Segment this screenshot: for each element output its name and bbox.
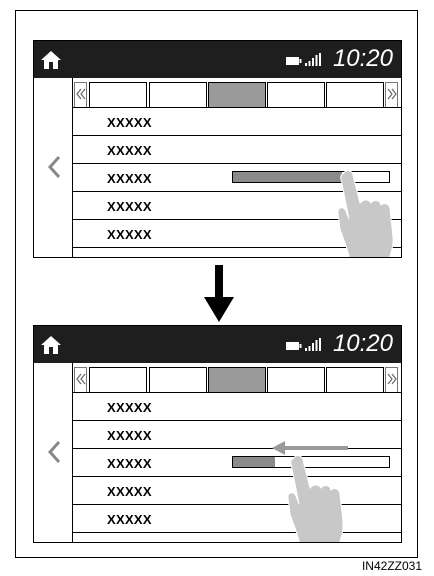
figure-caption: IN42ZZ031 [361,559,422,573]
list-item-label: XXXXX [107,115,152,130]
list-item-label: XXXXX [107,400,152,415]
list-item-label: XXXXX [107,456,152,471]
status-bar: 10:20 [34,326,401,363]
tab-2[interactable] [149,82,207,108]
list-item-label: XXXXX [107,199,152,214]
slider-fill [233,172,343,182]
clock-time: 10:20 [332,330,393,357]
double-chevron-right-icon[interactable] [385,367,398,393]
battery-icon [286,57,302,65]
hand-pointer-icon [337,170,394,257]
tab-3[interactable] [208,82,266,108]
arrow-down-icon [204,265,234,322]
clock-time: 10:20 [332,45,393,72]
arrow-left-icon [272,441,348,455]
list-item[interactable]: XXXXX [72,421,401,449]
hand-pointer-icon [287,455,344,542]
list-item[interactable]: XXXXX [72,477,401,505]
signal-icon [305,338,321,351]
tab-5[interactable] [326,82,384,108]
tab-1[interactable] [89,82,147,108]
double-chevron-right-icon[interactable] [385,82,398,108]
tab-4[interactable] [267,367,325,393]
list-item-label: XXXXX [107,428,152,443]
list-item-label: XXXXX [107,227,152,242]
chevron-left-icon[interactable] [48,156,60,178]
tab-4[interactable] [267,82,325,108]
slider-fill [233,457,276,467]
list-item[interactable]: XXXXX [72,505,401,533]
tab-bar [72,363,401,393]
list-item-label: XXXXX [107,143,152,158]
list-item-label: XXXXX [107,512,152,527]
list-item[interactable]: XXXXX [72,449,401,477]
tab-bar [72,78,401,108]
double-chevron-left-icon[interactable] [74,82,87,108]
list-item-label: XXXXX [107,484,152,499]
tab-5[interactable] [326,367,384,393]
list-item[interactable]: XXXXX [72,393,401,421]
side-column [34,78,73,257]
list-item[interactable]: XXXXX [72,108,401,136]
list-item[interactable]: XXXXX [72,136,401,164]
battery-icon [286,342,302,350]
status-bar: 10:20 [34,41,401,78]
settings-list: XXXXX XXXXX XXXXX XXXXX XXXXX [72,393,401,542]
tab-3[interactable] [208,367,266,393]
tab-2[interactable] [149,367,207,393]
tab-1[interactable] [89,367,147,393]
list-item-label: XXXXX [107,171,152,186]
chevron-left-icon[interactable] [48,441,60,463]
infotainment-screen-2: 10:20 XXXXX XXXXX XXXXX XXXXX XXXXX [33,325,402,543]
infotainment-screen-1: 10:20 XXXXX XXXXX XXXXX XXXXX XXXXX [33,40,402,258]
home-icon[interactable] [40,50,62,70]
side-column [34,363,73,542]
double-chevron-left-icon[interactable] [74,367,87,393]
home-icon[interactable] [40,335,62,355]
signal-icon [305,53,321,66]
